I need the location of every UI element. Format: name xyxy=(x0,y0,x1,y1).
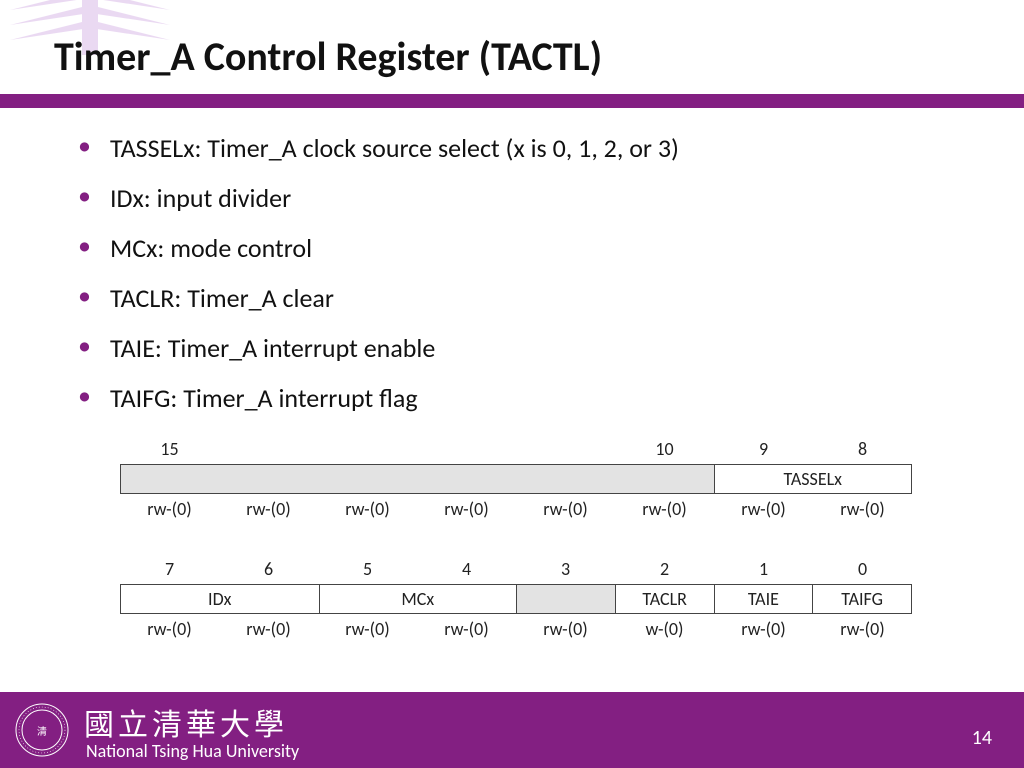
bit-numbers: 7 6 5 4 3 2 1 0 xyxy=(120,558,912,582)
bullet-item: IDx: input divider xyxy=(78,182,958,214)
bit-numbers: 15 10 9 8 xyxy=(120,438,912,462)
bit-fields: IDx MCx TACLR TAIE TAIFG xyxy=(120,584,912,614)
bullet-item: TASSELx: Timer_A clock source select (x … xyxy=(78,132,958,164)
footer-bar: 清 國立清華大學 National Tsing Hua University 1… xyxy=(0,692,1024,768)
register-row-low: 7 6 5 4 3 2 1 0 IDx MCx TACLR TAIE TAIFG… xyxy=(120,558,912,640)
slide-title: Timer_A Control Register (TACTL) xyxy=(54,32,602,81)
university-seal-icon: 清 xyxy=(14,702,70,758)
university-name-en: National Tsing Hua University xyxy=(86,740,299,762)
bullet-list: TASSELx: Timer_A clock source select (x … xyxy=(78,132,958,432)
field-taifg: TAIFG xyxy=(812,585,911,613)
register-row-high: 15 10 9 8 TASSELx rw-(0) rw-(0) rw-(0) r… xyxy=(120,438,912,520)
title-underline xyxy=(0,94,1024,108)
svg-text:清: 清 xyxy=(37,725,47,738)
bullet-item: TACLR: Timer_A clear xyxy=(78,282,958,314)
bullet-item: TAIE: Timer_A interrupt enable xyxy=(78,332,958,364)
field-unused xyxy=(516,585,615,613)
field-idx: IDx xyxy=(121,585,319,613)
university-name-zh: 國立清華大學 xyxy=(84,700,288,744)
field-mcx: MCx xyxy=(319,585,517,613)
rw-row: rw-(0) rw-(0) rw-(0) rw-(0) rw-(0) w-(0)… xyxy=(120,618,912,640)
bullet-item: MCx: mode control xyxy=(78,232,958,264)
field-unused xyxy=(121,465,714,493)
bullet-item: TAIFG: Timer_A interrupt flag xyxy=(78,382,958,414)
field-taie: TAIE xyxy=(714,585,813,613)
page-number: 14 xyxy=(972,726,992,750)
field-taclr: TACLR xyxy=(615,585,714,613)
bit-fields: TASSELx xyxy=(120,464,912,494)
field-tasselx: TASSELx xyxy=(714,465,912,493)
rw-row: rw-(0) rw-(0) rw-(0) rw-(0) rw-(0) rw-(0… xyxy=(120,498,912,520)
